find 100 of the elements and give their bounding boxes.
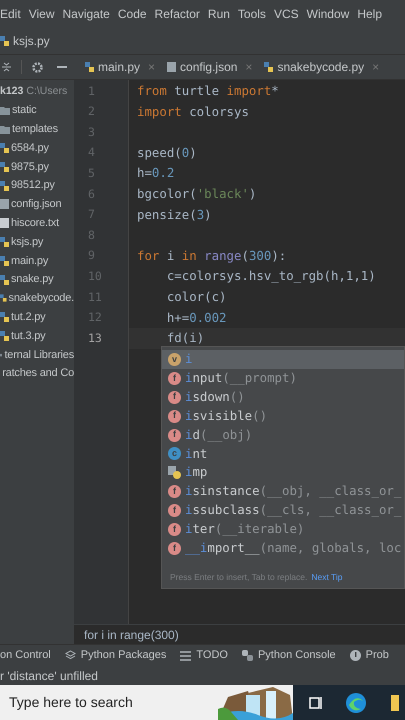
editor-tab[interactable]: main.py × (79, 55, 162, 79)
menu-item[interactable]: Code (118, 5, 147, 23)
tree-item[interactable]: ratches and Co (0, 364, 74, 383)
layers-icon (64, 650, 76, 661)
tool-window-button[interactable]: Python Console (242, 647, 336, 664)
folder-icon[interactable] (391, 694, 399, 710)
tool-window-button[interactable]: TODO (180, 647, 228, 664)
completion-text: iter(__iterable) (185, 520, 304, 538)
code-line: h=0.2 (137, 164, 174, 182)
menu-item[interactable]: Run (208, 5, 230, 23)
tree-item[interactable]: 6584.py (0, 138, 74, 158)
context-breadcrumb: for i in range(300) (84, 626, 179, 644)
tree-item[interactable]: 98512.py (0, 176, 74, 195)
python-file-icon (0, 293, 7, 304)
tree-item[interactable]: main.py (0, 251, 74, 270)
python-icon (242, 650, 253, 661)
function-badge: f (168, 410, 181, 423)
code-line: h+=0.002 (166, 308, 227, 327)
python-file-icon (0, 36, 9, 46)
menu-item[interactable]: Edit (0, 5, 21, 23)
menu-item[interactable]: Help (357, 5, 382, 23)
code-line: for i in range(300): (137, 246, 286, 265)
python-file-icon (0, 256, 9, 266)
completion-text: isvisible() (185, 406, 268, 425)
python-file-icon (0, 142, 9, 153)
python-file-icon (0, 312, 9, 322)
breadcrumb[interactable]: ksjs.py (13, 32, 50, 50)
tree-item[interactable]: snake.py (0, 270, 74, 289)
list-icon (180, 650, 192, 660)
completion-text: int (185, 444, 208, 463)
completion-text: id(__obj) (185, 426, 252, 444)
tree-item[interactable]: tut.2.py (0, 308, 74, 327)
project-root[interactable]: k123 (0, 84, 24, 100)
settings-icon[interactable] (32, 62, 43, 72)
completion-text: imp (185, 463, 208, 482)
code-line: bgcolor('black') (137, 184, 256, 203)
code-line: pensize(3) (137, 206, 212, 224)
code-line: c=colorsys.hsv_to_rgb(h,1,1) (166, 267, 376, 286)
menu-item[interactable]: View (28, 5, 54, 23)
editor-tab[interactable]: snakebycode.py × (258, 55, 386, 79)
python-file-icon (0, 236, 9, 247)
function-badge: f (168, 372, 181, 385)
status-message: r 'distance' unfilled (0, 668, 98, 684)
completion-text: i (185, 350, 192, 368)
completion-text: input(__prompt) (185, 369, 297, 388)
function-badge: f (168, 390, 181, 404)
menu-item[interactable]: Window (306, 5, 350, 23)
completion-text: issubclass(__cls, __class_or_ (185, 501, 402, 520)
json-file-icon (167, 62, 176, 72)
completion-item[interactable]: v i (162, 350, 404, 369)
tree-item[interactable]: config.json (0, 194, 74, 214)
tool-window-button[interactable]: Prob (350, 647, 389, 664)
code-line: color(c) (166, 288, 227, 306)
function-badge: f (168, 504, 181, 518)
task-view-icon[interactable] (309, 696, 323, 710)
code-line: speed(0) (137, 144, 197, 162)
tree-item[interactable]: 9875.py (0, 157, 74, 176)
code-line: from turtle import* (137, 82, 279, 100)
code-line: fd(i) (166, 329, 204, 348)
function-badge: f (168, 428, 181, 442)
code-line: import colorsys (137, 102, 249, 121)
json-file-icon (0, 199, 9, 210)
project-path: C:\Users (26, 84, 68, 99)
search-input[interactable]: Type here to search (0, 692, 218, 713)
function-badge: f (168, 522, 181, 536)
class-badge: c (168, 447, 181, 460)
tree-item[interactable]: snakebycode. (0, 288, 74, 308)
menu-item[interactable]: VCS (274, 5, 299, 23)
function-badge: f (168, 542, 181, 555)
menu-item[interactable]: Tools (238, 5, 266, 23)
completion-text: isdown() (185, 388, 245, 406)
python-file-icon (0, 162, 9, 172)
tool-window-button[interactable]: Python Packages (64, 647, 166, 664)
python-module-icon (168, 466, 181, 480)
tree-item[interactable]: hiscore.txt (0, 214, 74, 233)
completion-text: __import__(name, globals, loc (185, 539, 402, 558)
tree-item[interactable]: templates (0, 120, 74, 139)
search-field[interactable]: Type here to search (0, 685, 293, 720)
tree-item[interactable]: tut.3.py (0, 326, 74, 346)
menu-item[interactable]: Refactor (154, 5, 200, 23)
collapse-icon[interactable] (2, 62, 11, 72)
variable-badge: v (168, 352, 181, 366)
function-badge: f (168, 485, 181, 498)
menu-item[interactable]: Navigate (62, 5, 110, 23)
tree-item[interactable]: static (0, 101, 74, 120)
text-file-icon (0, 218, 9, 228)
tool-window-button[interactable]: on Control (0, 647, 51, 664)
browser-icon[interactable] (345, 692, 367, 714)
next-tip-link[interactable]: Next Tip (311, 571, 343, 584)
line-number: 13 (88, 330, 102, 347)
completion-text: isinstance(__obj, __class_or_ (185, 482, 402, 500)
python-file-icon (85, 62, 94, 72)
tree-item[interactable]: ksjs.py (0, 232, 74, 252)
editor-tab[interactable]: config.json × (161, 55, 258, 79)
python-file-icon (0, 274, 9, 285)
python-file-icon (0, 330, 9, 341)
info-icon (350, 650, 361, 661)
python-file-icon (264, 62, 274, 72)
python-file-icon (0, 180, 9, 191)
tree-item[interactable]: ternal Libraries (0, 345, 74, 364)
